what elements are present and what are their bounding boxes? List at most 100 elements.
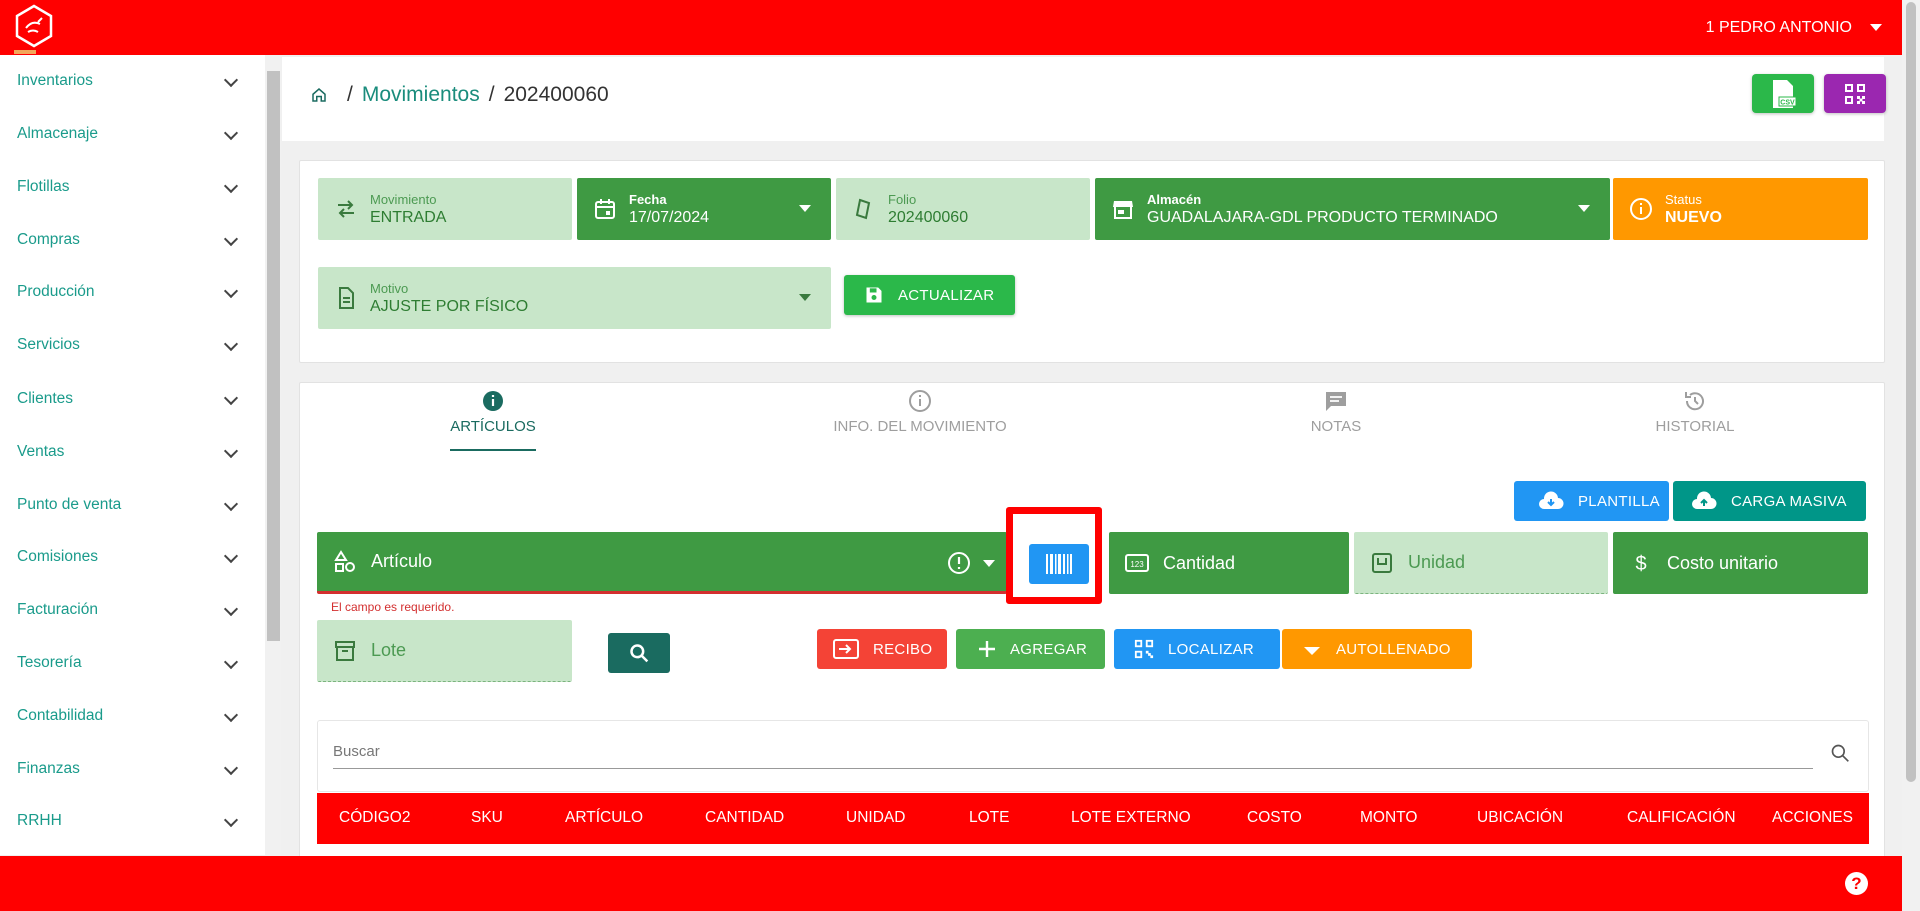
localizar-button[interactable]: LOCALIZAR xyxy=(1114,629,1280,669)
sidebar-item-label: Ventas xyxy=(17,443,65,460)
column-header[interactable]: ACCIONES xyxy=(1772,809,1853,827)
almacen-field[interactable]: Almacén GUADALAJARA-GDL PRODUCTO TERMINAD… xyxy=(1095,178,1610,240)
page-scrollbar[interactable] xyxy=(1902,0,1920,911)
qr-code-button[interactable] xyxy=(1824,74,1886,113)
export-csv-button[interactable]: CSV xyxy=(1752,74,1814,113)
scrollbar-thumb[interactable] xyxy=(1906,2,1916,782)
caret-down-icon xyxy=(1870,24,1882,31)
sidebar-item-finanzas[interactable]: Finanzas xyxy=(0,743,260,795)
folio-value: 202400060 xyxy=(888,208,969,226)
help-icon[interactable]: ? xyxy=(1845,872,1868,895)
barcode-scan-button[interactable] xyxy=(1029,544,1089,584)
recibo-button[interactable]: RECIBO xyxy=(817,629,947,669)
column-header[interactable]: UBICACIÓN xyxy=(1477,809,1563,827)
cantidad-field[interactable]: 123 Cantidad xyxy=(1109,532,1349,594)
movimiento-label: Movimiento xyxy=(370,191,437,207)
chevron-down-icon xyxy=(223,283,239,299)
breadcrumb-separator: / xyxy=(488,83,495,106)
search-icon[interactable] xyxy=(1830,743,1850,763)
search-lote-button[interactable] xyxy=(608,633,670,673)
column-header[interactable]: UNIDAD xyxy=(846,809,905,827)
column-header[interactable]: MONTO xyxy=(1360,809,1417,827)
chevron-down-icon xyxy=(223,812,239,828)
numeric-icon: 123 xyxy=(1125,554,1149,572)
sidebar-item-tesoreria[interactable]: Tesorería xyxy=(0,637,260,689)
archive-box-icon xyxy=(335,640,355,661)
sidebar-item-almacenaje[interactable]: Almacenaje xyxy=(0,108,260,160)
barcode-icon xyxy=(1046,554,1072,574)
cloud-download-icon xyxy=(1539,491,1564,509)
sidebar-scrollbar[interactable] xyxy=(265,55,281,855)
movement-form-card: Movimiento ENTRADA Fecha 17/07/2024 Folio 2… xyxy=(299,160,1885,363)
articles-panel: ARTÍCULOS INFO. DEL MOVIMIENTO NOTAS HIS… xyxy=(299,382,1885,902)
search-input[interactable] xyxy=(333,735,1813,769)
fecha-value: 17/07/2024 xyxy=(629,208,710,226)
home-icon[interactable] xyxy=(310,86,328,104)
costo-unitario-field[interactable]: $ Costo unitario xyxy=(1613,532,1868,594)
lote-field[interactable]: Lote xyxy=(317,620,572,682)
actualizar-button[interactable]: ACTUALIZAR xyxy=(844,275,1015,315)
sidebar-item-inventarios[interactable]: Inventarios xyxy=(0,55,260,107)
sidebar-item-contabilidad[interactable]: Contabilidad xyxy=(0,690,260,742)
localizar-label: LOCALIZAR xyxy=(1168,640,1255,658)
column-header[interactable]: LOTE xyxy=(969,809,1009,827)
breadcrumb: / Movimientos / 202400060 xyxy=(310,83,609,107)
sidebar-item-punto-de-venta[interactable]: Punto de venta xyxy=(0,479,260,531)
tab-historial[interactable]: HISTORIAL xyxy=(1655,389,1735,451)
plantilla-button[interactable]: PLANTILLA xyxy=(1514,481,1669,521)
sidebar-item-ventas[interactable]: Ventas xyxy=(0,426,260,478)
column-header[interactable]: CALIFICACIÓN xyxy=(1627,809,1736,827)
tab-info-movimiento[interactable]: INFO. DEL MOVIMIENTO xyxy=(833,389,1007,451)
logo-underline xyxy=(14,50,36,54)
top-bar: 1 PEDRO ANTONIO xyxy=(0,0,1902,55)
sidebar-item-compras[interactable]: Compras xyxy=(0,214,260,266)
sidebar-item-produccion[interactable]: Producción xyxy=(0,266,260,318)
app-logo-icon[interactable] xyxy=(14,4,54,48)
sidebar-item-servicios[interactable]: Servicios xyxy=(0,319,260,371)
status-field: Status NUEVO xyxy=(1613,178,1868,240)
chevron-down-icon xyxy=(223,601,239,617)
sidebar-item-label: Facturación xyxy=(17,601,98,618)
autollenado-button[interactable]: AUTOLLENADO xyxy=(1282,629,1472,669)
tab-label: ARTÍCULOS xyxy=(450,418,536,435)
svg-text:$: $ xyxy=(1635,553,1646,575)
chevron-down-icon xyxy=(223,390,239,406)
sidebar-item-clientes[interactable]: Clientes xyxy=(0,373,260,425)
sidebar-item-facturacion[interactable]: Facturación xyxy=(0,584,260,636)
fecha-field[interactable]: Fecha 17/07/2024 xyxy=(577,178,831,240)
carga-masiva-button[interactable]: CARGA MASIVA xyxy=(1673,481,1866,521)
cloud-upload-icon xyxy=(1692,491,1717,509)
articulo-label: Artículo xyxy=(371,551,433,571)
sidebar-item-label: Inventarios xyxy=(17,72,93,89)
column-header[interactable]: CANTIDAD xyxy=(705,809,784,827)
qr-scan-icon xyxy=(1134,639,1154,659)
tab-articulos[interactable]: ARTÍCULOS xyxy=(450,389,536,451)
articulo-error-text: El campo es requerido. xyxy=(331,600,455,614)
motivo-select[interactable]: Motivo AJUSTE POR FÍSICO xyxy=(318,267,831,329)
articulo-select[interactable]: Artículo xyxy=(317,532,1007,594)
user-menu[interactable]: 1 PEDRO ANTONIO xyxy=(1706,0,1882,55)
breadcrumb-separator: / xyxy=(347,83,353,106)
sidebar-item-rrhh[interactable]: RRHH xyxy=(0,795,260,847)
column-header[interactable]: ARTÍCULO xyxy=(565,809,643,827)
column-header[interactable]: CÓDIGO2 xyxy=(339,809,410,827)
sidebar-item-label: Servicios xyxy=(17,336,80,353)
autollenado-label: AUTOLLENADO xyxy=(1336,640,1451,658)
column-header[interactable]: COSTO xyxy=(1247,809,1302,827)
csv-label: CSV xyxy=(1780,99,1795,106)
tab-notas[interactable]: NOTAS xyxy=(1306,389,1366,451)
scrollbar-thumb[interactable] xyxy=(267,71,280,641)
footer-bar: ? xyxy=(0,856,1902,911)
motivo-value: AJUSTE POR FÍSICO xyxy=(370,297,529,315)
breadcrumb-movimientos-link[interactable]: Movimientos xyxy=(362,83,480,107)
sidebar-item-comisiones[interactable]: Comisiones xyxy=(0,531,260,583)
chevron-down-icon xyxy=(223,548,239,564)
agregar-button[interactable]: AGREGAR xyxy=(956,629,1105,669)
column-header[interactable]: SKU xyxy=(471,809,503,827)
fecha-label: Fecha xyxy=(629,191,667,207)
tab-label: HISTORIAL xyxy=(1655,418,1735,435)
sidebar-item-flotillas[interactable]: Flotillas xyxy=(0,161,260,213)
column-header[interactable]: LOTE EXTERNO xyxy=(1071,809,1191,827)
unidad-field[interactable]: Unidad xyxy=(1354,532,1608,594)
sidebar-item-label: Punto de venta xyxy=(17,496,122,513)
